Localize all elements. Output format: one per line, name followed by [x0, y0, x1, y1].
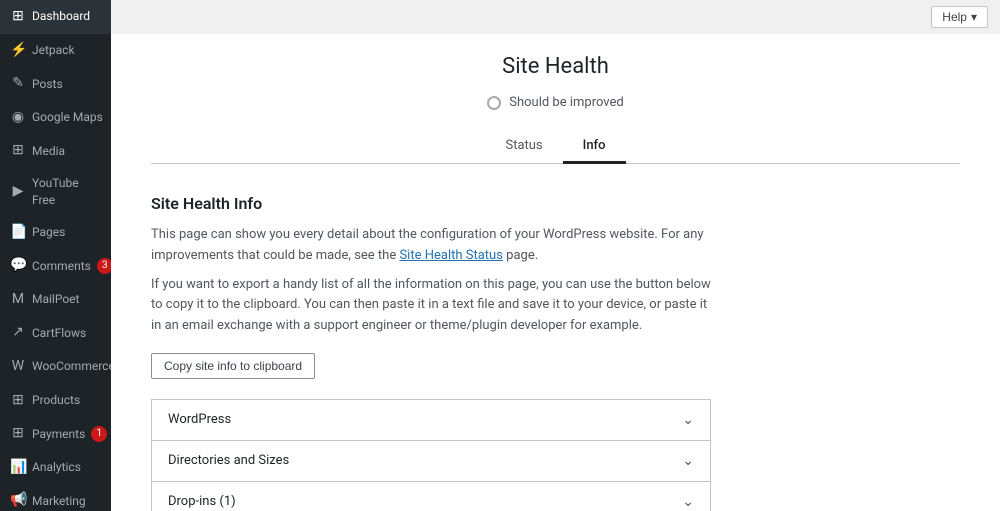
sidebar-item-marketing[interactable]: 📢 Marketing	[0, 484, 111, 511]
sidebar-item-products[interactable]: ⊞ Products	[0, 384, 111, 418]
sidebar-item-cartflows[interactable]: ↗ CartFlows	[0, 316, 111, 350]
sidebar-item-label: Media	[32, 143, 103, 160]
sidebar-item-google-maps[interactable]: ◉ Google Maps	[0, 101, 111, 135]
sidebar-item-label: WooCommerce	[32, 358, 111, 375]
pages-icon: 📄	[10, 223, 26, 243]
accordion-drop-ins: Drop-ins (1) ⌄	[151, 481, 711, 511]
sidebar-item-label: Jetpack	[32, 42, 103, 59]
sidebar-item-woocommerce[interactable]: W WooCommerce	[0, 350, 111, 384]
page-title: Site Health	[151, 54, 960, 79]
sidebar-item-label: MailPoet	[32, 291, 103, 308]
sidebar-item-comments[interactable]: 💬 Comments 3	[0, 249, 111, 283]
sidebar-item-youtube-free[interactable]: ▶ YouTube Free	[0, 168, 111, 216]
comments-icon: 💬	[10, 256, 26, 276]
accordion-header-directories-sizes[interactable]: Directories and Sizes ⌄	[152, 441, 710, 481]
sidebar-item-label: CartFlows	[32, 325, 103, 342]
cartflows-icon: ↗	[10, 323, 26, 343]
posts-icon: ✎	[10, 74, 26, 94]
sidebar-item-label: Dashboard	[32, 8, 103, 25]
accordion-label-directories-sizes: Directories and Sizes	[168, 453, 289, 468]
jetpack-icon: ⚡	[10, 41, 26, 61]
mailpoet-icon: M	[10, 290, 26, 310]
help-button[interactable]: Help ▾	[931, 6, 988, 28]
google-maps-icon: ◉	[10, 108, 26, 128]
sidebar-item-jetpack[interactable]: ⚡ Jetpack	[0, 34, 111, 68]
sidebar-item-label: Google Maps	[32, 109, 103, 126]
status-row: Should be improved	[151, 95, 960, 110]
sidebar-item-label: Analytics	[32, 459, 103, 476]
accordion-wordpress: WordPress ⌄	[151, 399, 711, 441]
marketing-icon: 📢	[10, 491, 26, 511]
sidebar-item-label: Posts	[32, 76, 103, 93]
chevron-down-icon: ⌄	[682, 412, 694, 428]
products-icon: ⊞	[10, 391, 26, 411]
sidebar-item-analytics[interactable]: 📊 Analytics	[0, 451, 111, 485]
tab-status[interactable]: Status	[485, 130, 562, 164]
sidebar-item-label: Products	[32, 392, 103, 409]
sidebar-item-label: Payments	[32, 426, 85, 443]
payments-icon: ⊞	[10, 424, 26, 444]
topbar: Help ▾	[111, 0, 1000, 34]
help-label: Help	[942, 10, 967, 24]
woocommerce-icon: W	[10, 357, 26, 377]
description-1: This page can show you every detail abou…	[151, 225, 711, 267]
copy-site-info-button[interactable]: Copy site info to clipboard	[151, 353, 315, 379]
tabs: StatusInfo	[151, 130, 960, 164]
accordion-directories-sizes: Directories and Sizes ⌄	[151, 440, 711, 482]
sidebar-item-dashboard[interactable]: ⊞ Dashboard	[0, 0, 111, 34]
main-content: Help ▾ Site Health Should be improved St…	[111, 0, 1000, 511]
status-text: Should be improved	[509, 95, 624, 110]
accordions-list: WordPress ⌄ Directories and Sizes ⌄ Drop…	[151, 399, 711, 511]
sidebar-item-pages[interactable]: 📄 Pages	[0, 216, 111, 250]
chevron-down-icon: ⌄	[682, 494, 694, 510]
tab-info[interactable]: Info	[563, 130, 626, 164]
section-title: Site Health Info	[151, 194, 960, 213]
sidebar-item-media[interactable]: ⊞ Media	[0, 134, 111, 168]
sidebar-item-posts[interactable]: ✎ Posts	[0, 67, 111, 101]
badge-payments: 1	[91, 426, 107, 442]
accordion-label-drop-ins: Drop-ins (1)	[168, 494, 236, 509]
dashboard-icon: ⊞	[10, 7, 26, 27]
sidebar: ⊞ Dashboard ⚡ Jetpack ✎ Posts ◉ Google M…	[0, 0, 111, 511]
sidebar-item-label: Pages	[32, 224, 103, 241]
sidebar-item-label: YouTube Free	[32, 175, 103, 209]
sidebar-item-mailpoet[interactable]: M MailPoet	[0, 283, 111, 317]
accordion-label-wordpress: WordPress	[168, 412, 231, 427]
site-health-status-link[interactable]: Site Health Status	[399, 248, 502, 263]
help-chevron-icon: ▾	[971, 10, 977, 24]
status-circle-icon	[487, 96, 501, 110]
chevron-down-icon: ⌄	[682, 453, 694, 469]
media-icon: ⊞	[10, 141, 26, 161]
youtube-free-icon: ▶	[10, 182, 26, 202]
content-area: Site Health Should be improved StatusInf…	[111, 34, 1000, 511]
sidebar-item-label: Comments	[32, 258, 91, 275]
sidebar-item-label: Marketing	[32, 493, 103, 510]
description-2: If you want to export a handy list of al…	[151, 275, 711, 337]
accordion-header-wordpress[interactable]: WordPress ⌄	[152, 400, 710, 440]
badge-comments: 3	[97, 258, 111, 274]
analytics-icon: 📊	[10, 458, 26, 478]
sidebar-item-payments[interactable]: ⊞ Payments 1	[0, 417, 111, 451]
accordion-header-drop-ins[interactable]: Drop-ins (1) ⌄	[152, 482, 710, 511]
